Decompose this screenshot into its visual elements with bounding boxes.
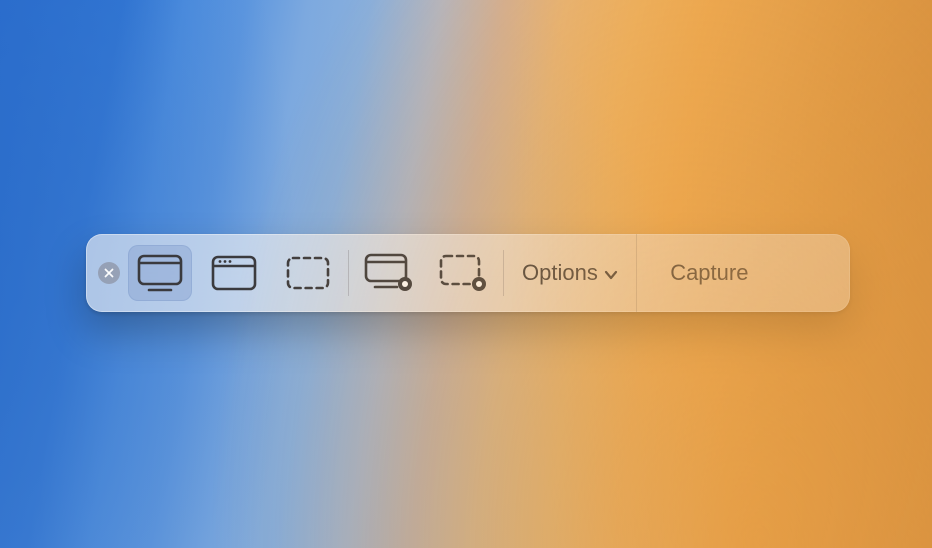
screen-icon (137, 254, 183, 292)
close-button[interactable] (98, 262, 120, 284)
capture-window-button[interactable] (202, 245, 266, 301)
selection-record-icon (438, 253, 488, 293)
options-menu[interactable]: Options (504, 234, 636, 312)
capture-label: Capture (670, 260, 748, 286)
screenshot-mode-group (120, 234, 348, 312)
chevron-down-icon (604, 260, 618, 286)
record-mode-group (349, 234, 503, 312)
capture-selection-button[interactable] (276, 245, 340, 301)
selection-icon (285, 255, 331, 291)
record-screen-button[interactable] (357, 245, 421, 301)
screenshot-toolbar: Options Capture (86, 234, 850, 312)
screen-record-icon (364, 253, 414, 293)
desktop-wallpaper: Options Capture (0, 0, 932, 548)
window-icon (211, 255, 257, 291)
options-label: Options (522, 260, 598, 286)
capture-button[interactable]: Capture (636, 234, 782, 312)
close-icon (104, 268, 114, 278)
capture-entire-screen-button[interactable] (128, 245, 192, 301)
record-selection-button[interactable] (431, 245, 495, 301)
